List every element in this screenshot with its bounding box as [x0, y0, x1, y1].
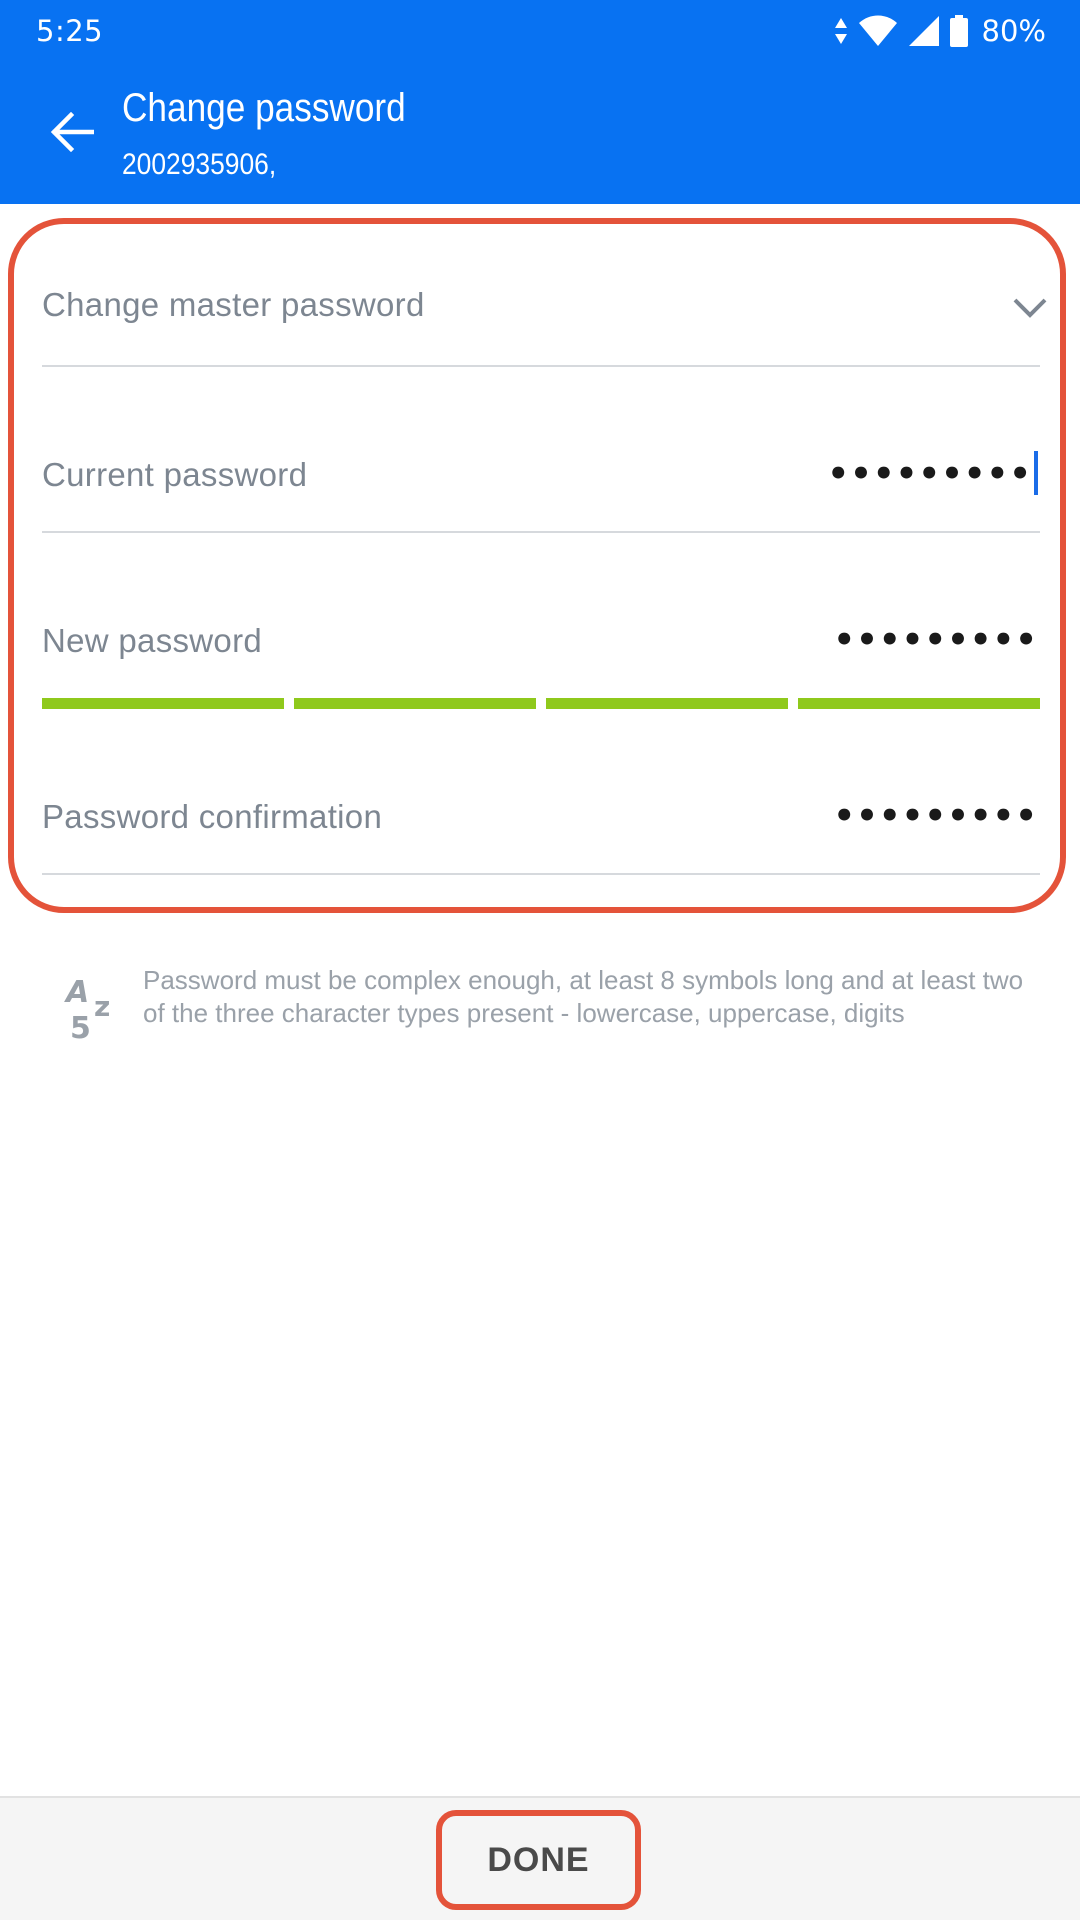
current-password-underline	[42, 531, 1040, 533]
svg-text:z: z	[94, 990, 110, 1023]
new-password-field[interactable]: New password •••••••••	[42, 614, 1040, 670]
strength-segment	[546, 698, 788, 709]
status-time: 5:25	[36, 14, 104, 48]
text-caret	[1034, 451, 1038, 495]
svg-text:A: A	[64, 975, 89, 1010]
current-password-label: Current password	[42, 456, 308, 493]
status-icons: 80%	[834, 12, 1046, 50]
strength-segment	[798, 698, 1040, 709]
strength-segment	[42, 698, 284, 709]
az5-complexity-icon: A z 5	[62, 972, 126, 1046]
password-strength-meter	[42, 698, 1040, 709]
password-confirmation-value: •••••••••	[833, 796, 1038, 836]
master-password-underline	[42, 365, 1040, 367]
svg-text:5: 5	[70, 1011, 91, 1044]
current-password-value: •••••••••	[827, 454, 1032, 494]
data-arrows-icon	[834, 17, 848, 45]
cell-signal-icon	[908, 15, 940, 47]
app-bar: Change password 2002935906,	[0, 62, 1080, 204]
current-password-field[interactable]: Current password •••••••••	[42, 448, 1040, 504]
new-password-value: •••••••••	[833, 620, 1038, 660]
page-title: Change password	[122, 86, 406, 130]
change-password-screen: 5:25 80% Change password 2002935906, Cha…	[0, 0, 1080, 1920]
password-requirements-hint: Password must be complex enough, at leas…	[143, 965, 1024, 1028]
arrow-left-icon	[50, 111, 95, 157]
strength-segment	[294, 698, 536, 709]
battery-icon	[949, 15, 968, 47]
password-confirmation-field[interactable]: Password confirmation •••••••••	[42, 790, 1040, 846]
chevron-down-icon[interactable]	[1010, 292, 1050, 322]
battery-percent: 80%	[981, 14, 1046, 48]
wifi-icon	[858, 15, 898, 47]
page-subtitle: 2002935906,	[122, 148, 277, 181]
new-password-label: New password	[42, 622, 263, 659]
password-confirmation-label: Password confirmation	[42, 798, 383, 835]
status-bar: 5:25 80%	[0, 0, 1080, 62]
password-confirmation-underline	[42, 873, 1040, 875]
master-password-dropdown[interactable]: Change master password	[42, 280, 1040, 340]
done-button[interactable]: DONE	[442, 1816, 635, 1904]
back-button[interactable]	[36, 98, 108, 170]
master-password-label: Change master password	[42, 286, 425, 323]
